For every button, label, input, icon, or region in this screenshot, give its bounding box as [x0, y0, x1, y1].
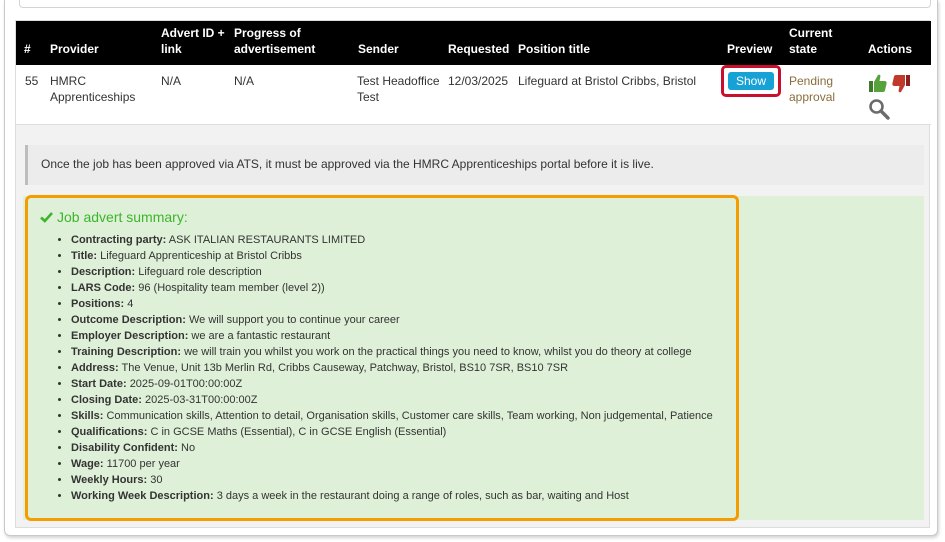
summary-item-label: Qualifications:: [71, 426, 148, 438]
summary-item-value: We will support you to continue your car…: [188, 314, 400, 326]
col-advert-id: Advert ID + link: [161, 26, 225, 56]
summary-item: Employer Description: we are a fantastic…: [71, 328, 713, 344]
adverts-panel: # Provider Advert ID + link Progress of …: [15, 20, 931, 528]
row-progress: N/A: [234, 74, 255, 88]
previous-section-edge: [19, 0, 931, 8]
summary-item: Contracting party: ASK ITALIAN RESTAURAN…: [71, 232, 713, 248]
col-provider: Provider: [50, 42, 99, 56]
summary-item: Outcome Description: We will support you…: [71, 312, 713, 328]
show-button-highlight: Show: [721, 65, 781, 97]
summary-item-label: Closing Date:: [71, 394, 142, 406]
window-frame: # Provider Advert ID + link Progress of …: [4, 0, 938, 536]
col-sender: Sender: [358, 42, 399, 56]
row-state: Pending approval: [789, 74, 836, 104]
job-advert-summary: Job advert summary: Contracting party: A…: [25, 195, 739, 521]
summary-item-label: LARS Code:: [71, 282, 136, 294]
row-sender: Test Headoffice Test: [357, 74, 440, 104]
show-preview-button[interactable]: Show: [728, 72, 774, 90]
summary-item-value: The Venue, Unit 13b Merlin Rd, Cribbs Ca…: [121, 362, 569, 374]
summary-item-label: Wage:: [71, 458, 104, 470]
summary-item: Disability Confident: No: [71, 440, 713, 456]
summary-item-label: Disability Confident:: [71, 442, 178, 454]
summary-item-label: Positions:: [71, 298, 125, 310]
summary-item: Training Description: we will train you …: [71, 344, 713, 360]
col-state: Current state: [789, 26, 833, 56]
summary-item-label: Working Week Description:: [71, 490, 214, 502]
summary-item-value: C in GCSE Maths (Essential), C in GCSE E…: [150, 426, 447, 438]
table-header: # Provider Advert ID + link Progress of …: [16, 21, 931, 65]
summary-item-label: Address:: [71, 362, 119, 374]
table-row: 55 HMRC Apprenticeships N/A N/A Test Hea…: [16, 65, 931, 125]
summary-item-label: Employer Description:: [71, 330, 189, 342]
summary-item-value: 96 (Hospitality team member (level 2)): [138, 282, 325, 294]
summary-item-value: 11700 per year: [106, 458, 180, 470]
col-position: Position title: [518, 42, 590, 56]
row-requested: 12/03/2025: [448, 74, 509, 88]
summary-item-value: 30: [150, 474, 163, 486]
thumbs-down-icon[interactable]: [891, 74, 911, 94]
summary-item-value: we will train you whilst you work on the…: [184, 346, 692, 358]
summary-item-value: No: [181, 442, 196, 454]
summary-item: Address: The Venue, Unit 13b Merlin Rd, …: [71, 360, 713, 376]
summary-item-label: Outcome Description:: [71, 314, 186, 326]
summary-item: Skills: Communication skills, Attention …: [71, 408, 713, 424]
summary-item-value: Lifeguard role description: [138, 266, 262, 278]
summary-title: Job advert summary:: [40, 208, 188, 226]
summary-item: Working Week Description: 3 days a week …: [71, 488, 713, 504]
check-icon: [40, 212, 53, 223]
summary-item: Closing Date: 2025-03-31T00:00:00Z: [71, 392, 713, 408]
summary-item: LARS Code: 96 (Hospitality team member (…: [71, 280, 713, 296]
summary-list: Contracting party: ASK ITALIAN RESTAURAN…: [40, 232, 713, 504]
col-actions: Actions: [868, 42, 913, 56]
summary-item-value: 4: [127, 298, 134, 310]
summary-item-value: 2025-09-01T00:00:00Z: [129, 378, 243, 390]
summary-item: Title: Lifeguard Apprenticeship at Brist…: [71, 248, 713, 264]
summary-item-label: Title:: [71, 250, 98, 262]
summary-item-label: Start Date:: [71, 378, 127, 390]
col-progress: Progress of advertisement: [234, 26, 316, 56]
summary-item-value: 3 days a week in the restaurant doing a …: [216, 490, 629, 502]
summary-item: Description: Lifeguard role description: [71, 264, 713, 280]
summary-item-label: Weekly Hours:: [71, 474, 148, 486]
thumbs-up-icon[interactable]: [868, 73, 888, 93]
col-requested: Requested: [448, 42, 510, 56]
summary-item-label: Contracting party:: [71, 234, 167, 246]
summary-item: Positions: 4: [71, 296, 713, 312]
approval-notice: Once the job has been approved via ATS, …: [25, 145, 924, 185]
adverts-table: # Provider Advert ID + link Progress of …: [16, 21, 931, 125]
row-position: Lifeguard at Bristol Cribbs, Bristol: [518, 74, 697, 88]
row-advert-id: N/A: [161, 74, 182, 88]
col-num: #: [24, 42, 31, 56]
summary-item-label: Skills:: [71, 410, 104, 422]
summary-item-value: Lifeguard Apprenticeship at Bristol Crib…: [100, 250, 302, 262]
summary-item-label: Training Description:: [71, 346, 182, 358]
row-num: 55: [25, 74, 39, 88]
col-preview: Preview: [727, 42, 773, 56]
summary-item-label: Description:: [71, 266, 136, 278]
search-icon[interactable]: [868, 98, 890, 120]
summary-item-value: ASK ITALIAN RESTAURANTS LIMITED: [168, 234, 366, 246]
row-provider: HMRC Apprenticeships: [50, 74, 136, 104]
summary-title-text: Job advert summary:: [57, 209, 188, 225]
summary-item-value: Communication skills, Attention to detai…: [106, 410, 713, 422]
summary-item: Start Date: 2025-09-01T00:00:00Z: [71, 376, 713, 392]
summary-item-value: 2025-03-31T00:00:00Z: [144, 394, 258, 406]
summary-item: Weekly Hours: 30: [71, 472, 713, 488]
summary-item: Wage: 11700 per year: [71, 456, 713, 472]
summary-item-value: we are a fantastic restaurant: [191, 330, 331, 342]
summary-item: Qualifications: C in GCSE Maths (Essenti…: [71, 424, 713, 440]
